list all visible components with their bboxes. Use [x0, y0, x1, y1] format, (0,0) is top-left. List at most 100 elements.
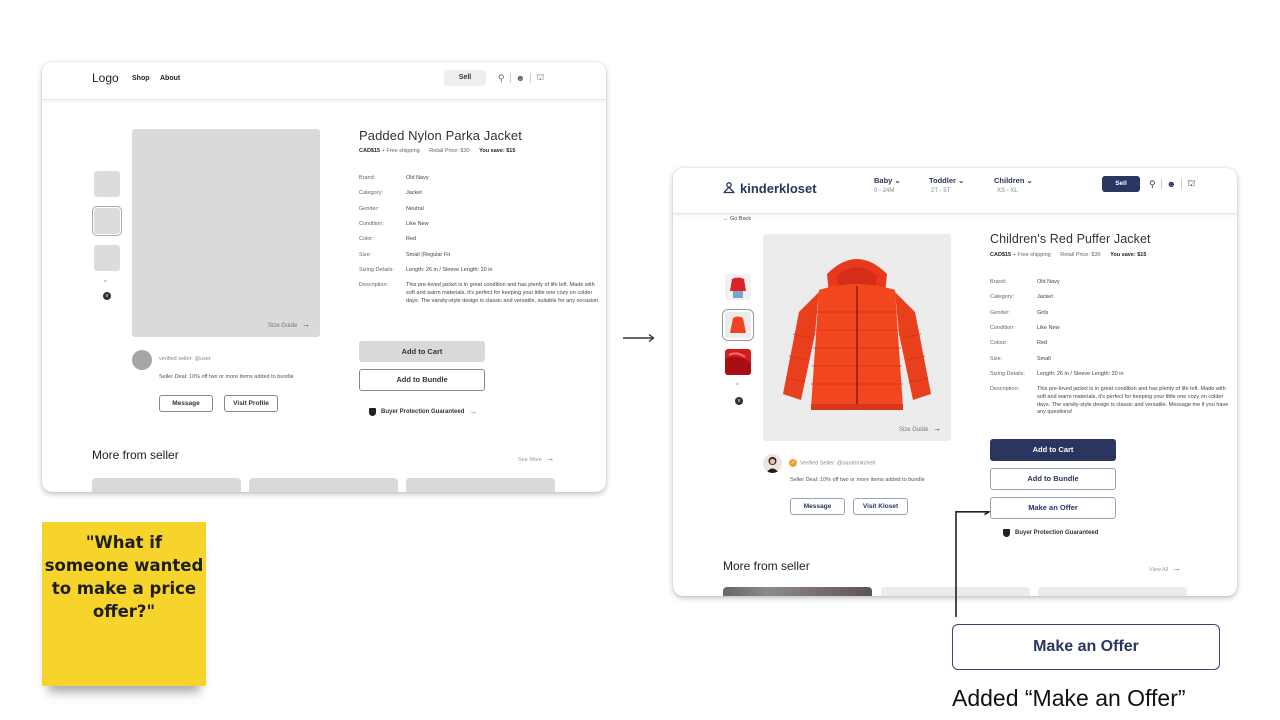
chevron-down-icon: ⌄ — [958, 176, 965, 185]
callout-connector-arrow — [955, 511, 991, 617]
chevron-down-icon[interactable]: v — [103, 292, 111, 300]
hifi-header: kinderkloset Baby ⌄ 0 - 24M Toddler ⌄ 2T… — [673, 168, 1237, 214]
price: CAD$15 — [359, 148, 381, 154]
spec-label: Condition: — [359, 220, 384, 227]
search-icon[interactable]: ⚲ — [498, 73, 505, 84]
brand-logo[interactable]: kinderkloset — [723, 181, 817, 196]
add-to-cart-button[interactable]: Add to Cart — [990, 439, 1116, 461]
red-puffer-jacket-image — [763, 234, 951, 441]
thumbnail-2-selected[interactable] — [92, 206, 122, 236]
spec-value: This pre-loved jacket is in great condit… — [1037, 386, 1229, 416]
seller-handle[interactable]: ✓ Verified Seller: @sarahmitchell — [789, 459, 875, 467]
header-icons: ⚲ ☻ ⛫ — [1149, 178, 1195, 190]
product-card-3[interactable] — [1038, 587, 1187, 596]
basket-icon[interactable]: ⛫ — [536, 72, 544, 84]
product-card-1[interactable] — [92, 478, 241, 492]
nav-shop[interactable]: Shop — [132, 75, 150, 82]
size-guide-link[interactable]: Size Guide → — [268, 320, 310, 329]
nav-baby[interactable]: Baby ⌄ 0 - 24M — [874, 176, 901, 194]
spec-label: Gender: — [359, 205, 379, 212]
size-guide-link[interactable]: Size Guide → — [899, 424, 941, 433]
arrow-right-icon: → — [1172, 564, 1181, 573]
add-to-cart-button[interactable]: Add to Cart — [359, 341, 485, 362]
chevron-up-icon[interactable]: ^ — [104, 280, 107, 286]
visit-profile-button[interactable]: Visit Profile — [224, 395, 278, 412]
spec-value: Length: 26 in / Sleeve Length: 20 in — [1037, 370, 1124, 377]
spec-value: Like New — [1037, 324, 1060, 331]
product-card-2[interactable] — [249, 478, 398, 492]
seller-avatar[interactable] — [132, 350, 152, 370]
spec-label: Sizing Details: — [990, 370, 1025, 377]
chevron-down-icon: ⌄ — [894, 176, 901, 185]
buyer-protection-link[interactable]: Buyer Protection Guaranteed → — [369, 407, 477, 416]
spec-value: Like New — [406, 220, 429, 227]
spec-label: Brand: — [359, 175, 376, 181]
verified-badge-icon: ✓ — [789, 459, 797, 467]
seller-handle[interactable]: verified seller: @user — [159, 356, 211, 362]
spec-label: Brand: — [990, 279, 1007, 285]
spec-value: Small — [1037, 355, 1051, 362]
basket-icon[interactable]: ⛫ — [1187, 178, 1195, 190]
shipping: + Free shipping — [1012, 252, 1051, 258]
nav-about[interactable]: About — [160, 75, 180, 82]
thumbnail-3[interactable] — [725, 349, 751, 375]
message-button[interactable]: Message — [159, 395, 213, 412]
spec-label: Category: — [359, 190, 383, 197]
spec-value: Old Navy — [406, 175, 429, 181]
shield-icon — [1003, 529, 1010, 537]
nav-toddler[interactable]: Toddler ⌄ 2T - 5T — [929, 176, 964, 194]
make-offer-button[interactable]: Make an Offer — [990, 497, 1116, 519]
add-to-bundle-button[interactable]: Add to Bundle — [359, 369, 485, 391]
buyer-protection-link[interactable]: Buyer Protection Guaranteed — [1003, 529, 1098, 537]
user-icon[interactable]: ☻ — [516, 73, 525, 83]
spec-value: Length: 26 in / Sleeve Length: 20 in — [406, 266, 493, 273]
main-product-image: Size Guide → — [763, 234, 951, 441]
price: CAD$15 — [990, 252, 1012, 258]
spec-label: Color: — [359, 236, 374, 243]
spec-value: Girls — [1037, 309, 1049, 316]
search-icon[interactable]: ⚲ — [1149, 179, 1156, 190]
thumbnail-3[interactable] — [94, 245, 120, 271]
product-card-3[interactable] — [406, 478, 555, 492]
seller-avatar[interactable] — [763, 454, 782, 473]
sell-button[interactable]: Sell — [1102, 176, 1140, 192]
thumbnail-2-selected[interactable] — [722, 309, 754, 341]
message-button[interactable]: Message — [790, 498, 845, 515]
thumbnail-1[interactable] — [94, 171, 120, 197]
annotation-caption: Added “Make an Offer” — [952, 685, 1186, 711]
spec-value: Old Navy — [1037, 279, 1060, 285]
spec-value: Red — [1037, 340, 1048, 347]
price-row: CAD$15 + Free shipping Retail Price: $30… — [990, 252, 1146, 258]
spec-value: Small (Regular Fit — [406, 251, 451, 258]
chevron-down-icon[interactable]: v — [735, 397, 743, 405]
sell-button[interactable]: Sell — [444, 70, 486, 86]
seller-deal: Seller Deal: 10% off two or more items a… — [159, 374, 294, 380]
user-icon[interactable]: ☻ — [1167, 179, 1176, 189]
product-card-1[interactable] — [723, 587, 872, 596]
logo[interactable]: Logo — [92, 71, 119, 85]
seller-deal: Seller Deal: 10% off two or more items a… — [790, 477, 925, 483]
more-from-seller-title: More from seller — [92, 448, 179, 462]
thumbnail-1[interactable] — [725, 274, 751, 300]
visit-kloset-button[interactable]: Visit Kloset — [853, 498, 908, 515]
spec-label: Category: — [990, 294, 1014, 301]
spec-value: Red — [406, 236, 417, 243]
main-image-placeholder: Size Guide → — [132, 129, 320, 337]
make-offer-highlight-button[interactable]: Make an Offer — [952, 624, 1220, 670]
arrow-right-icon: → — [933, 424, 941, 433]
nav-children[interactable]: Children ⌄ XS - XL — [994, 176, 1033, 194]
view-all-link[interactable]: View All → — [1149, 564, 1181, 573]
spec-value: Jacket — [1037, 294, 1053, 301]
wireframe-header: Logo Shop About Sell ⚲ ☻ ⛫ — [42, 62, 606, 100]
chevron-up-icon[interactable]: ^ — [736, 383, 739, 389]
add-to-bundle-button[interactable]: Add to Bundle — [990, 468, 1116, 490]
product-title: Children's Red Puffer Jacket — [990, 232, 1151, 246]
spec-label: Description: — [359, 282, 389, 289]
wireframe-product-page: Logo Shop About Sell ⚲ ☻ ⛫ ^ v Size Guid… — [42, 62, 606, 492]
spec-label: Sizing Details: — [359, 266, 394, 273]
retail-price: Retail Price: $30 — [1060, 252, 1101, 258]
go-back-link[interactable]: ← Go Back — [723, 216, 751, 222]
retail-price: Retail Price: $30 — [429, 148, 470, 154]
transition-arrow-icon — [623, 333, 655, 343]
see-more-link[interactable]: See More → — [518, 454, 554, 463]
